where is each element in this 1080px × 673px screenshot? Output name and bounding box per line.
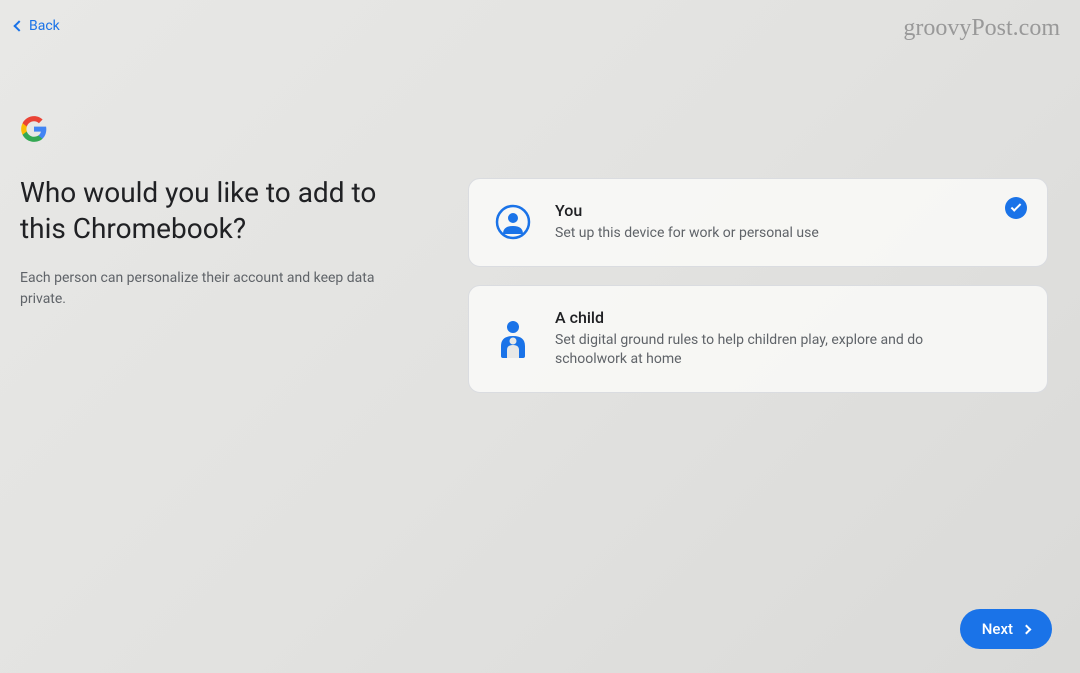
option-description: Set up this device for work or personal …: [555, 224, 993, 244]
check-circle-icon: [1005, 197, 1027, 219]
child-icon: [493, 319, 533, 359]
next-label: Next: [982, 620, 1013, 638]
option-you[interactable]: You Set up this device for work or perso…: [468, 178, 1048, 267]
back-button[interactable]: Back: [15, 18, 60, 34]
page-heading: Who would you like to add to this Chrome…: [20, 175, 400, 248]
option-text-block: You Set up this device for work or perso…: [555, 201, 1023, 244]
options-list: You Set up this device for work or perso…: [468, 178, 1048, 411]
page-subtext: Each person can personalize their accoun…: [20, 268, 400, 310]
option-text-block: A child Set digital ground rules to help…: [555, 308, 1023, 370]
watermark-text: groovyPost.com: [903, 15, 1060, 42]
option-child[interactable]: A child Set digital ground rules to help…: [468, 285, 1048, 393]
back-label: Back: [29, 18, 60, 34]
content-intro: Who would you like to add to this Chrome…: [20, 175, 400, 310]
chevron-right-icon: [1022, 624, 1032, 634]
option-description: Set digital ground rules to help childre…: [555, 331, 993, 370]
google-logo: [20, 115, 48, 150]
chevron-left-icon: [13, 20, 24, 31]
person-circle-icon: [493, 202, 533, 242]
option-title: A child: [555, 308, 993, 327]
next-button[interactable]: Next: [960, 609, 1052, 649]
option-title: You: [555, 201, 993, 220]
